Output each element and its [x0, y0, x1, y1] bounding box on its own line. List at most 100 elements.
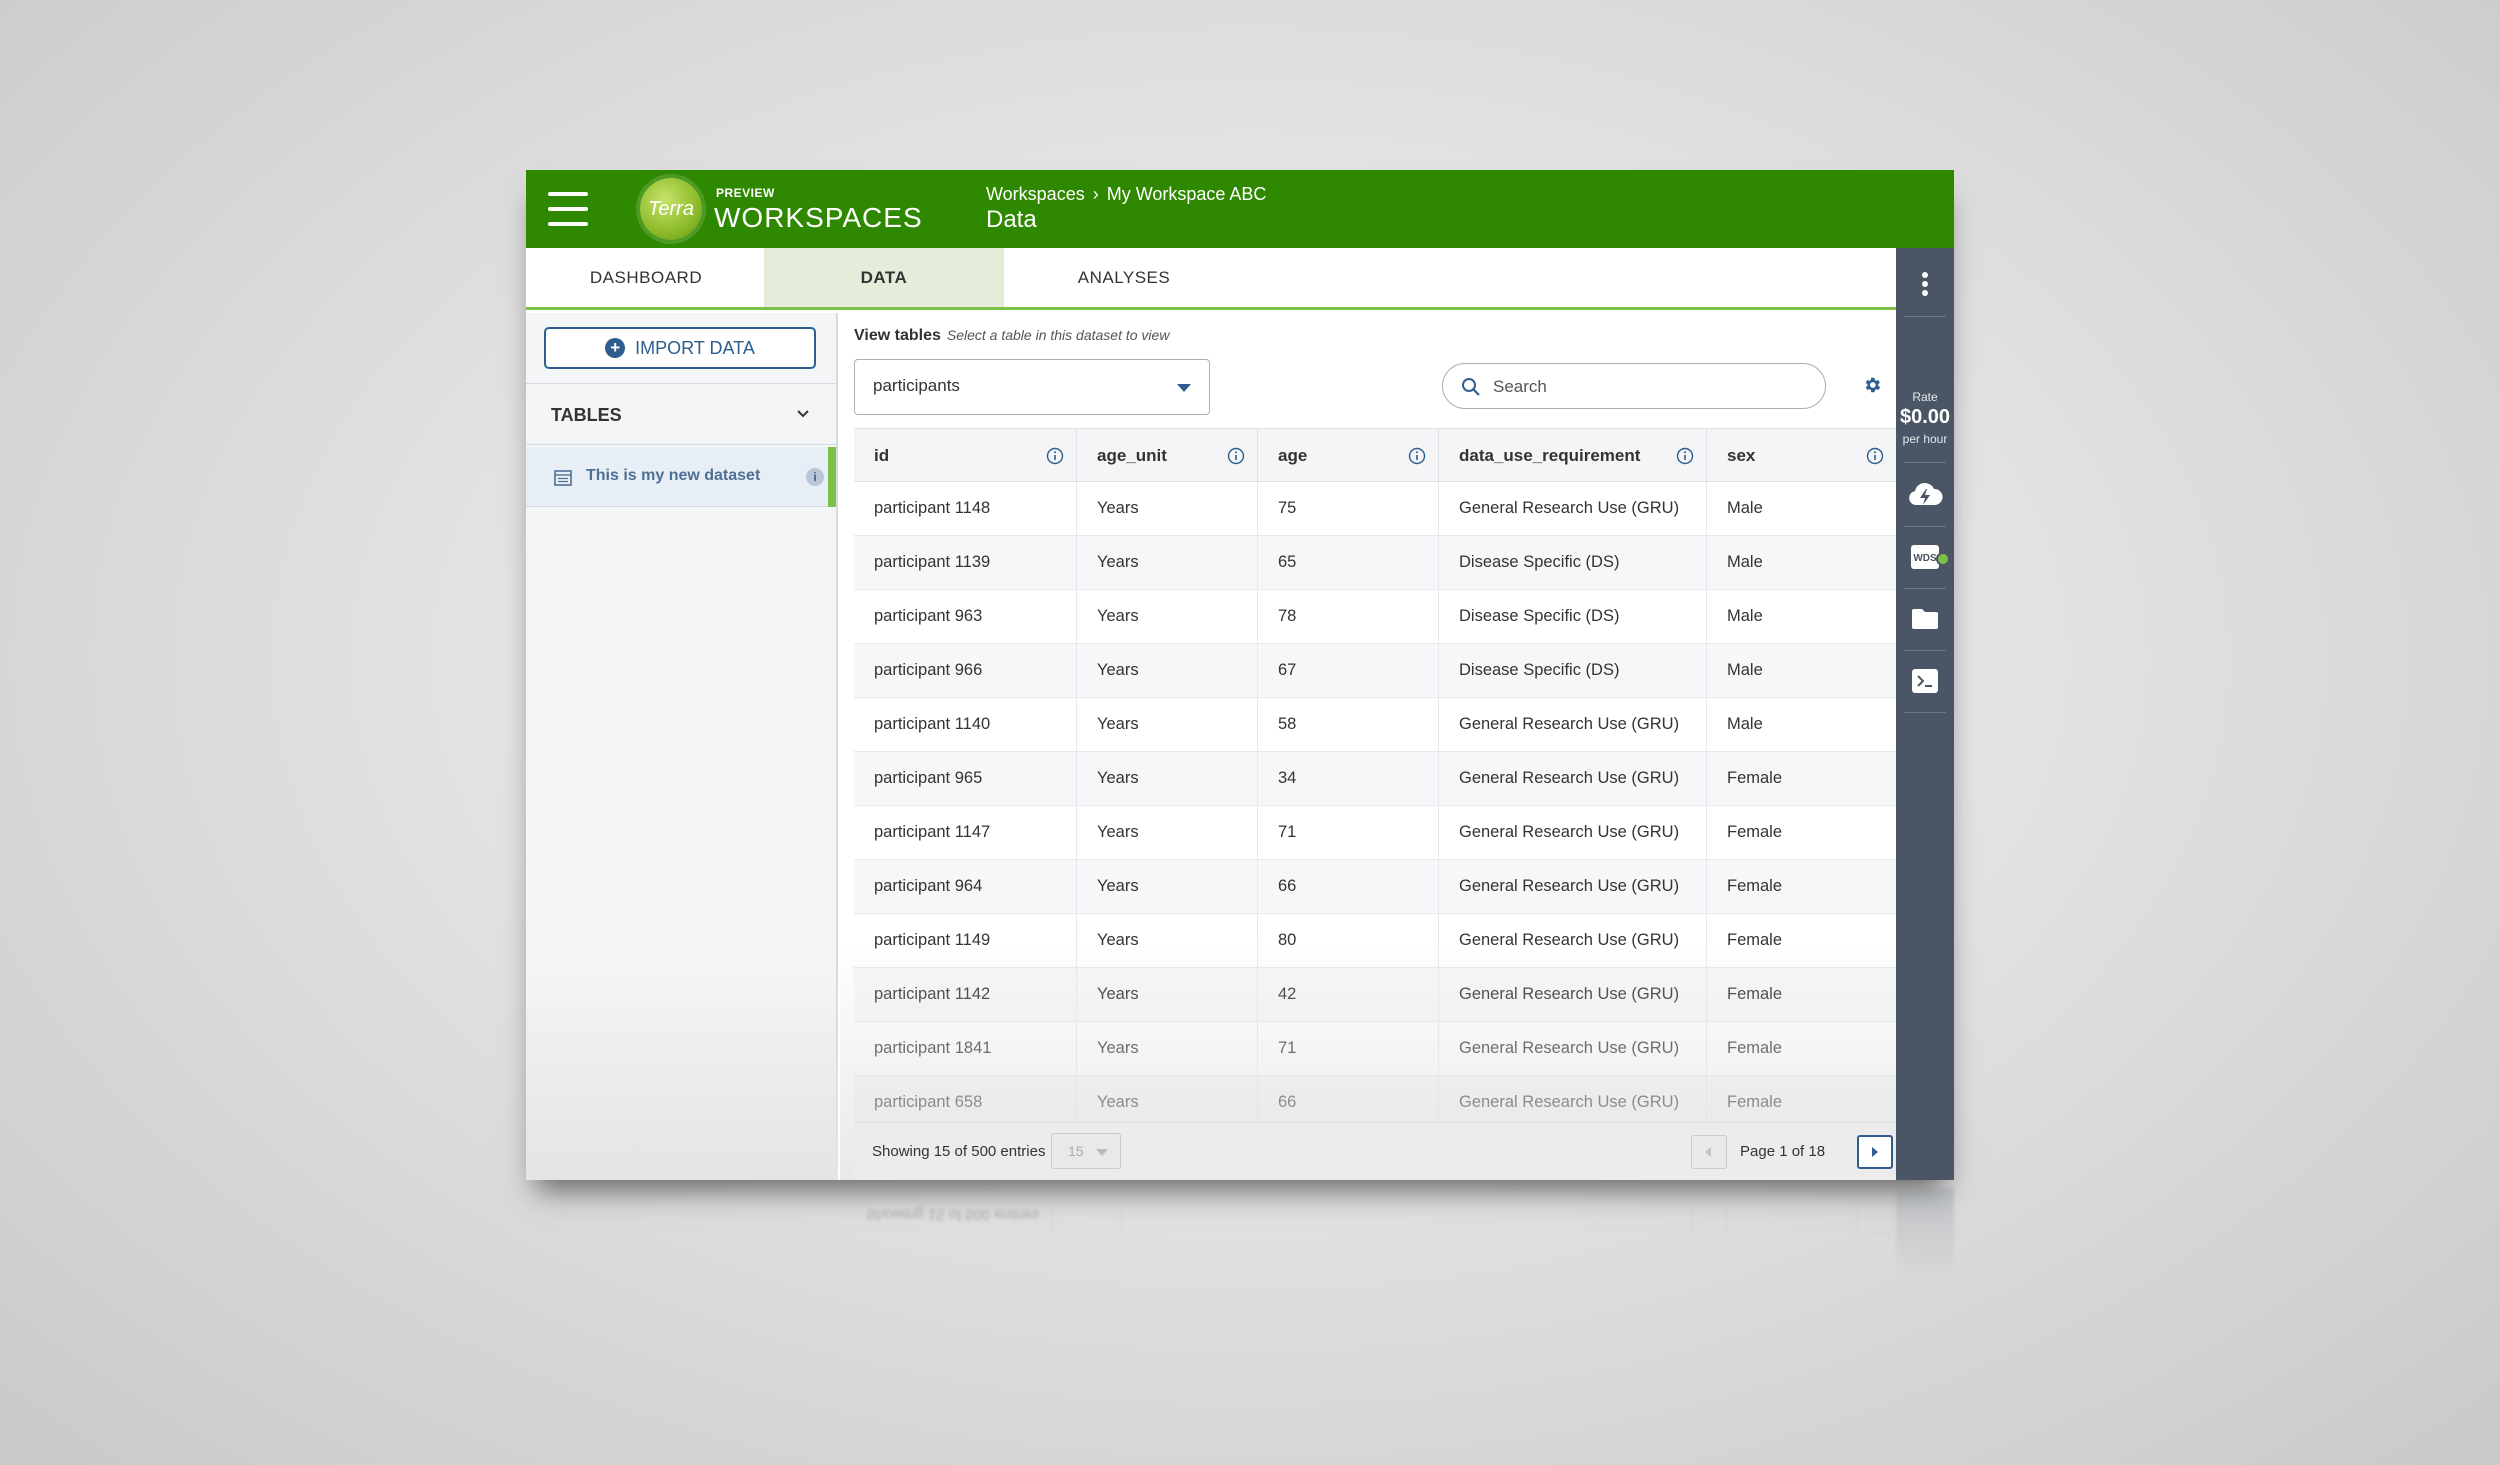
cell-data-use-requirement: General Research Use (GRU) — [1439, 914, 1707, 967]
table-row[interactable]: participant 1149 Years 80 General Research … — [854, 914, 1896, 968]
column-header-label: age_unit — [1097, 446, 1167, 465]
rail-divider — [1904, 462, 1946, 463]
cell-age-unit: Years — [1077, 860, 1258, 913]
column-header-label: data_use_requirement — [1459, 446, 1641, 465]
table-row[interactable]: participant 1142 Years 42 General Research … — [854, 968, 1896, 1022]
selected-table-value: participants — [873, 376, 960, 395]
info-icon[interactable] — [1408, 447, 1426, 465]
table-row[interactable]: participant 963 Years 78 Disease Specific (… — [854, 590, 1896, 644]
breadcrumb-workspace-link[interactable]: My Workspace ABC — [1107, 184, 1267, 205]
terminal-icon[interactable] — [1896, 656, 1954, 706]
table-row[interactable]: participant 1140 Years 58 General Research … — [854, 698, 1896, 752]
rail-divider — [1904, 316, 1946, 317]
info-icon[interactable]: i — [806, 468, 824, 486]
cell-id: participant 1140 — [854, 698, 1077, 751]
cloud-compute-icon[interactable] — [1896, 470, 1954, 520]
table-body: participant 1148 Years 75 General Research … — [854, 482, 1896, 1130]
table-row[interactable]: participant 964 Years 66 General Research U… — [854, 860, 1896, 914]
info-icon[interactable] — [1866, 447, 1884, 465]
rail-divider — [1904, 588, 1946, 589]
caret-down-icon — [1177, 384, 1191, 392]
info-icon[interactable] — [1046, 447, 1064, 465]
cell-id: participant 965 — [854, 752, 1077, 805]
search-icon — [1462, 378, 1480, 396]
terra-logo[interactable]: Terra — [640, 178, 702, 240]
import-data-button[interactable]: + IMPORT DATA — [544, 327, 816, 369]
dataset-label: This is my new dataset — [586, 467, 761, 484]
column-header-label: id — [874, 446, 890, 465]
hamburger-menu-icon[interactable] — [548, 192, 588, 226]
page-title: Data — [986, 206, 1037, 233]
next-page-button[interactable] — [1857, 1135, 1893, 1169]
cell-age: 67 — [1258, 644, 1439, 697]
cell-id: participant 1139 — [854, 536, 1077, 589]
cell-age: 34 — [1258, 752, 1439, 805]
plus-circle-icon: + — [605, 338, 626, 358]
terra-app-window: Terra PREVIEW WORKSPACES Workspaces › My… — [526, 170, 1954, 1180]
data-sidebar: + IMPORT DATA TABLES This is my new data… — [526, 313, 838, 1180]
cell-id: participant 964 — [854, 860, 1077, 913]
column-header-id[interactable]: id — [854, 429, 1077, 483]
table-icon — [554, 470, 572, 486]
table-row[interactable]: participant 1148 Years 75 General Research … — [854, 482, 1896, 536]
cell-age-unit: Years — [1077, 698, 1258, 751]
page-indicator: Page 1 of 18 — [1740, 1143, 1826, 1160]
reflection-box — [1857, 1200, 1893, 1234]
cell-sex: Female — [1727, 985, 1783, 1003]
table-row[interactable]: participant 966 Years 67 Disease Specific (… — [854, 644, 1896, 698]
cell-age: 42 — [1258, 968, 1439, 1021]
folder-icon[interactable] — [1896, 594, 1954, 644]
rate-label: Rate — [1912, 390, 1938, 404]
tab-data[interactable]: DATA — [764, 248, 1004, 307]
cell-id: participant 1149 — [854, 914, 1077, 967]
cell-sex: Male — [1727, 661, 1763, 679]
cell-id: participant 1142 — [854, 968, 1077, 1021]
table-row[interactable]: participant 1841 Years 71 General Research … — [854, 1022, 1896, 1076]
column-header-data-use-requirement[interactable]: data_use_requirement — [1439, 429, 1707, 483]
rail-divider — [1904, 526, 1946, 527]
tab-dashboard[interactable]: DASHBOARD — [526, 248, 766, 307]
gear-icon[interactable] — [1862, 375, 1882, 395]
chevron-left-icon — [1705, 1147, 1711, 1157]
previous-page-button[interactable] — [1691, 1135, 1727, 1169]
active-indicator — [828, 447, 836, 507]
breadcrumb-separator: › — [1092, 184, 1099, 204]
tab-analyses[interactable]: ANALYSES — [1004, 248, 1244, 307]
cell-sex: Female — [1727, 931, 1783, 949]
kebab-menu-icon[interactable] — [1896, 264, 1954, 304]
table-row[interactable]: participant 965 Years 34 General Research U… — [854, 752, 1896, 806]
reflection-text: Showing 15 of 500 entries — [866, 1206, 1040, 1223]
table-select-dropdown[interactable]: participants — [854, 359, 1210, 415]
tables-section-header[interactable]: TABLES — [526, 383, 836, 445]
chevron-right-icon — [1872, 1147, 1878, 1157]
per-page-select[interactable]: 15 — [1051, 1133, 1121, 1169]
cell-id: participant 963 — [854, 590, 1077, 643]
cell-id: participant 1841 — [854, 1022, 1077, 1075]
per-page-value: 15 — [1068, 1143, 1084, 1159]
column-header-age[interactable]: age — [1258, 429, 1439, 483]
column-header-sex[interactable]: sex — [1707, 429, 1896, 483]
cell-age: 78 — [1258, 590, 1439, 643]
sidebar-item-dataset[interactable]: This is my new dataset i — [526, 447, 836, 507]
top-bar: Terra PREVIEW WORKSPACES Workspaces › My… — [526, 170, 1954, 248]
info-icon[interactable] — [1676, 447, 1694, 465]
chevron-down-icon[interactable] — [795, 408, 811, 420]
cell-data-use-requirement: Disease Specific (DS) — [1439, 644, 1707, 697]
column-header-label: sex — [1727, 446, 1756, 465]
info-icon[interactable] — [1227, 447, 1245, 465]
search-field[interactable] — [1442, 363, 1826, 409]
breadcrumb-workspaces-link[interactable]: Workspaces — [986, 184, 1085, 205]
cell-data-use-requirement: General Research Use (GRU) — [1439, 482, 1707, 535]
search-input[interactable] — [1493, 374, 1803, 400]
cell-data-use-requirement: General Research Use (GRU) — [1439, 968, 1707, 1021]
terra-logo-text: Terra — [648, 197, 694, 220]
table-row[interactable]: participant 1147 Years 71 General Research … — [854, 806, 1896, 860]
cell-sex: Male — [1727, 607, 1763, 625]
cell-data-use-requirement: General Research Use (GRU) — [1439, 806, 1707, 859]
tab-bar: DASHBOARD DATA ANALYSES — [526, 248, 1896, 310]
table-row[interactable]: participant 1139 Years 65 Disease Specific … — [854, 536, 1896, 590]
column-header-age-unit[interactable]: age_unit — [1077, 429, 1258, 483]
cell-age: 71 — [1258, 806, 1439, 859]
cell-sex: Female — [1727, 877, 1783, 895]
right-side-rail: Rate $0.00 per hour WDS — [1896, 248, 1954, 1180]
